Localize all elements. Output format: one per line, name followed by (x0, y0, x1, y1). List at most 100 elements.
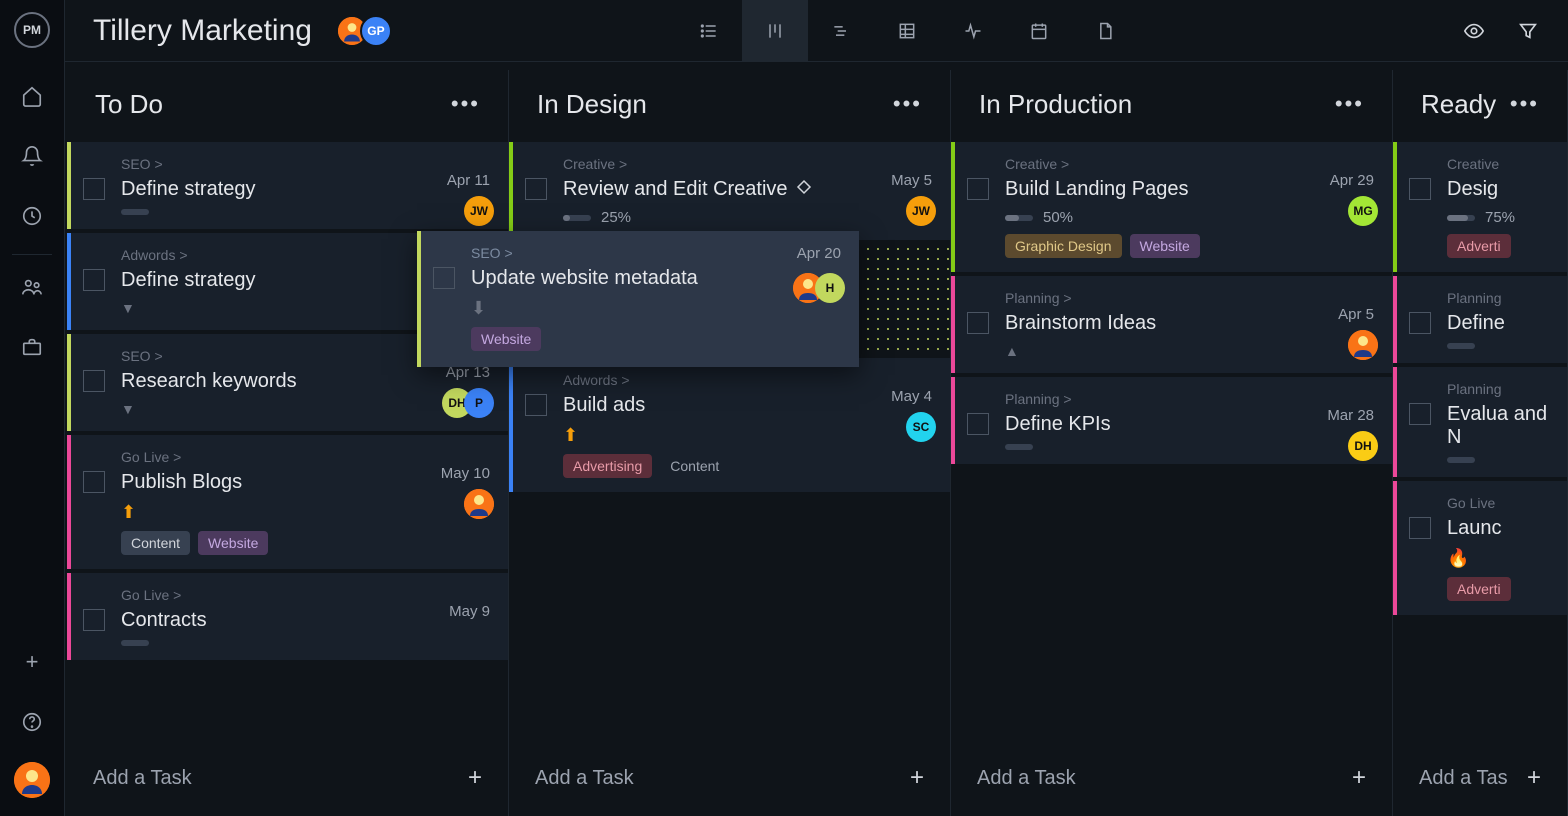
card-assignees[interactable]: H (801, 273, 845, 303)
tag[interactable]: Website (471, 327, 541, 351)
task-checkbox[interactable] (433, 267, 455, 289)
view-tab-pulse[interactable] (940, 0, 1006, 62)
view-tab-sheet[interactable] (874, 0, 940, 62)
card-assignees[interactable]: JW (914, 196, 936, 226)
plus-icon[interactable]: + (468, 764, 482, 792)
visibility-icon[interactable] (1462, 19, 1486, 43)
add-button[interactable]: + (20, 650, 44, 674)
task-checkbox[interactable] (83, 471, 105, 493)
task-checkbox[interactable] (83, 178, 105, 200)
card-title: Build ads (563, 394, 932, 417)
task-card[interactable]: PlanningEvalua and N (1393, 367, 1567, 477)
sidebar: PM + (0, 0, 65, 816)
card-breadcrumb: SEO > (121, 156, 490, 172)
task-checkbox[interactable] (83, 269, 105, 291)
column-menu-icon[interactable]: ••• (1335, 91, 1364, 117)
add-task-button[interactable]: Add a Task+ (509, 750, 950, 806)
task-card[interactable]: Go Live > ContractsMay 9 (67, 573, 508, 660)
task-card[interactable]: Go LiveLaunc🔥Adverti (1393, 481, 1567, 615)
card-title: Contracts (121, 609, 490, 632)
add-task-button[interactable]: Add a Task+ (951, 750, 1392, 806)
clock-icon[interactable] (20, 204, 44, 228)
card-date: Apr 5 (1338, 306, 1374, 323)
task-card[interactable]: Adwords >Build ads⬆AdvertisingContentMay… (509, 358, 950, 492)
team-avatars[interactable]: GP (336, 15, 392, 47)
card-title: Research keywords (121, 370, 490, 393)
briefcase-icon[interactable] (20, 335, 44, 359)
task-card[interactable]: Planning >Define KPIsMar 28DH (951, 377, 1392, 464)
add-task-button[interactable]: Add a Tas+ (1393, 750, 1567, 806)
column-title: Ready (1421, 89, 1496, 120)
column-menu-icon[interactable]: ••• (893, 91, 922, 117)
card-assignees[interactable] (1356, 330, 1378, 360)
header: Tillery Marketing GP (65, 0, 1568, 62)
progress-empty (1447, 457, 1475, 463)
filter-icon[interactable] (1516, 19, 1540, 43)
tag[interactable]: Content (121, 531, 190, 555)
plus-icon[interactable]: + (910, 764, 924, 792)
tag[interactable]: Graphic Design (1005, 234, 1122, 258)
view-tab-board[interactable] (742, 0, 808, 62)
task-card[interactable]: Planning >Brainstorm Ideas▲Apr 5 (951, 276, 1392, 373)
dragged-card[interactable]: SEO >Update website metadata⬇WebsiteApr … (417, 231, 859, 367)
view-tab-gantt[interactable] (808, 0, 874, 62)
help-icon[interactable] (20, 710, 44, 734)
card-title: Define KPIs (1005, 413, 1374, 436)
card-breadcrumb: Go Live (1447, 495, 1549, 511)
column-menu-icon[interactable]: ••• (451, 91, 480, 117)
task-checkbox[interactable] (1409, 178, 1431, 200)
view-tab-calendar[interactable] (1006, 0, 1072, 62)
task-card[interactable]: SEO >Define strategyApr 11JW (67, 142, 508, 229)
task-checkbox[interactable] (967, 413, 989, 435)
task-checkbox[interactable] (525, 178, 547, 200)
card-title: Publish Blogs (121, 471, 490, 494)
card-title: Brainstorm Ideas (1005, 312, 1374, 335)
task-checkbox[interactable] (967, 178, 989, 200)
card-title: Update website metadata (471, 267, 841, 290)
card-assignees[interactable]: JW (472, 196, 494, 226)
card-assignees[interactable]: DH (1356, 431, 1378, 461)
task-card[interactable]: Go Live >Publish Blogs⬆ContentWebsiteMay… (67, 435, 508, 569)
team-icon[interactable] (20, 275, 44, 299)
plus-icon[interactable]: + (1352, 764, 1366, 792)
add-task-button[interactable]: Add a Task+ (67, 750, 508, 806)
card-assignees[interactable] (472, 489, 494, 519)
task-card[interactable]: CreativeDesig75%Adverti (1393, 142, 1567, 272)
card-title: Define strategy (121, 178, 490, 201)
task-card[interactable]: Creative >Build Landing Pages50%Graphic … (951, 142, 1392, 272)
tag[interactable]: Adverti (1447, 234, 1511, 258)
task-card[interactable]: PlanningDefine (1393, 276, 1567, 363)
task-card[interactable]: Creative >Review and Edit Creative25%May… (509, 142, 950, 240)
progress-empty (1005, 444, 1033, 450)
current-user-avatar[interactable] (14, 762, 50, 798)
project-title: Tillery Marketing (93, 14, 312, 48)
card-date: May 9 (449, 603, 490, 620)
milestone-icon (796, 178, 812, 201)
plus-icon[interactable]: + (1527, 764, 1541, 792)
card-breadcrumb: Go Live > (121, 587, 490, 603)
task-checkbox[interactable] (83, 370, 105, 392)
progress-empty (121, 209, 149, 215)
view-tab-list[interactable] (676, 0, 742, 62)
view-tab-doc[interactable] (1072, 0, 1138, 62)
card-assignees[interactable]: MG (1356, 196, 1378, 226)
task-checkbox[interactable] (525, 394, 547, 416)
card-breadcrumb: Go Live > (121, 449, 490, 465)
task-checkbox[interactable] (1409, 312, 1431, 334)
tag[interactable]: Content (660, 454, 729, 478)
card-title: Review and Edit Creative (563, 178, 932, 201)
tag[interactable]: Advertising (563, 454, 652, 478)
task-checkbox[interactable] (83, 609, 105, 631)
task-checkbox[interactable] (967, 312, 989, 334)
tag[interactable]: Adverti (1447, 577, 1511, 601)
home-icon[interactable] (20, 84, 44, 108)
task-checkbox[interactable] (1409, 517, 1431, 539)
task-checkbox[interactable] (1409, 403, 1431, 425)
card-assignees[interactable]: SC (914, 412, 936, 442)
tag[interactable]: Website (1130, 234, 1200, 258)
card-assignees[interactable]: DHP (450, 388, 494, 418)
tag[interactable]: Website (198, 531, 268, 555)
column-menu-icon[interactable]: ••• (1510, 91, 1539, 117)
column-title: To Do (95, 89, 163, 120)
notifications-icon[interactable] (20, 144, 44, 168)
